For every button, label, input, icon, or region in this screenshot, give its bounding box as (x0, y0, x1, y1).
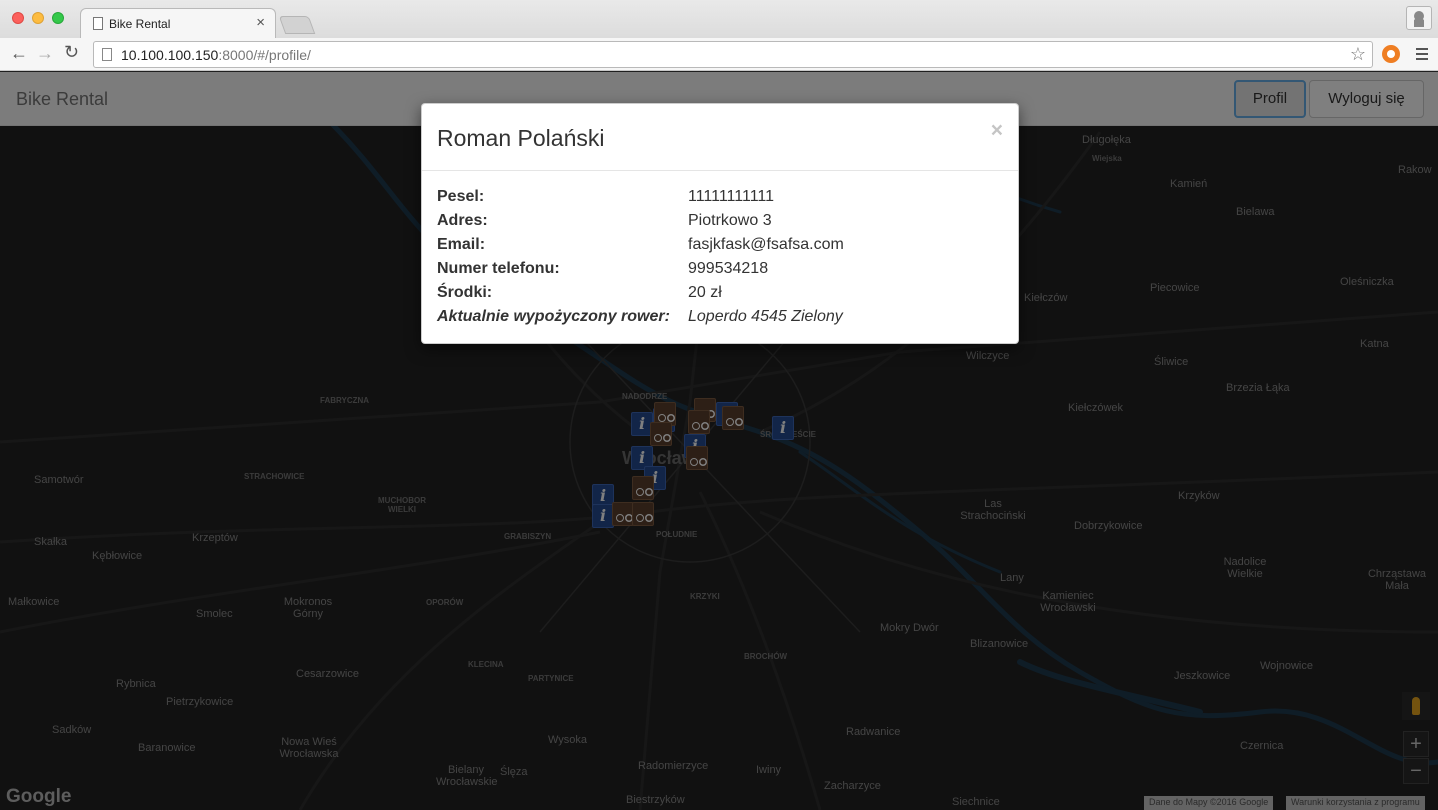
address-bar[interactable]: 10.100.100.150:8000/#/profile/ ☆ (93, 41, 1373, 68)
user-profile-icon[interactable] (1406, 6, 1432, 30)
profile-row-email: Email: fasjkfask@fsafsa.com (437, 236, 1003, 260)
url-text[interactable]: 10.100.100.150:8000/#/profile/ (121, 47, 311, 63)
bookmark-star-icon[interactable]: ☆ (1350, 44, 1366, 65)
browser-menu-icon[interactable] (1416, 48, 1428, 50)
browser-tab[interactable]: Bike Rental × (80, 8, 276, 38)
page-icon (102, 48, 112, 61)
tab-close-icon[interactable]: × (256, 14, 265, 31)
extension-icon[interactable] (1382, 45, 1400, 63)
url-path: :8000/#/profile/ (218, 47, 311, 63)
field-value: Piotrkowo 3 (688, 212, 772, 229)
field-value: fasjkfask@fsafsa.com (688, 236, 844, 253)
field-value: 11111111111 (688, 188, 775, 205)
back-arrow-icon[interactable]: ← (10, 43, 28, 64)
url-host: 10.100.100.150 (121, 47, 219, 63)
profile-row-pesel: Pesel: 11111111111 (437, 188, 1003, 212)
modal-header: Roman Polański × (422, 104, 1018, 171)
browser-toolbar: ← → ↻ 10.100.100.150:8000/#/profile/ ☆ (0, 38, 1438, 71)
close-icon[interactable]: × (991, 119, 1003, 143)
new-tab-button[interactable] (278, 16, 316, 34)
field-value: Loperdo 4545 Zielony (688, 308, 843, 325)
field-value: 20 zł (688, 284, 722, 301)
window-minimize-button[interactable] (32, 12, 44, 24)
modal-body: Pesel: 11111111111 Adres: Piotrkowo 3 Em… (437, 188, 1003, 332)
profile-row-phone: Numer telefonu: 999534218 (437, 260, 1003, 284)
tab-title: Bike Rental (109, 17, 171, 31)
field-label: Email: (437, 236, 486, 253)
profile-row-current-bike: Aktualnie wypożyczony rower: Loperdo 454… (437, 308, 1003, 332)
field-label: Numer telefonu: (437, 260, 560, 277)
profile-row-address: Adres: Piotrkowo 3 (437, 212, 1003, 236)
window-close-button[interactable] (12, 12, 24, 24)
reload-icon[interactable]: ↻ (64, 42, 79, 63)
app-viewport: Długołęka Wiejska Kamień Rakow Bielawa P… (0, 72, 1438, 810)
page-icon (93, 17, 103, 30)
window-maximize-button[interactable] (52, 12, 64, 24)
field-label: Środki: (437, 284, 493, 301)
profile-row-funds: Środki: 20 zł (437, 284, 1003, 308)
field-label: Pesel: (437, 188, 485, 205)
profile-modal: Roman Polański × Pesel: 11111111111 Adre… (421, 103, 1019, 344)
modal-title: Roman Polański (437, 125, 605, 151)
field-value: 999534218 (688, 260, 769, 277)
forward-arrow-icon[interactable]: → (36, 43, 54, 64)
browser-titlebar: Bike Rental × (0, 0, 1438, 38)
field-label: Adres: (437, 212, 488, 229)
field-label: Aktualnie wypożyczony rower: (437, 308, 670, 325)
